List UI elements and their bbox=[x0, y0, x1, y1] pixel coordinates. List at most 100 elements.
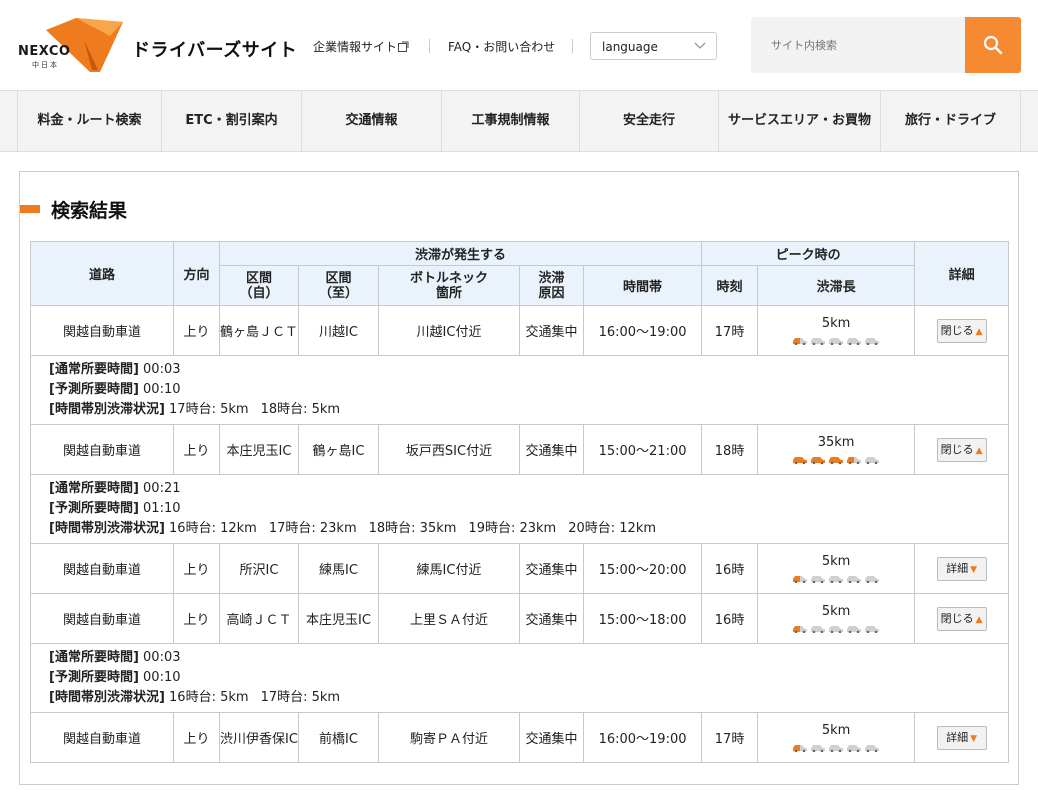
language-select[interactable]: language bbox=[590, 32, 717, 60]
cell-timeslot: 15:00～20:00 bbox=[582, 543, 703, 594]
nexco-logo[interactable]: NEXCO 中日本 bbox=[18, 16, 124, 72]
header-divider bbox=[572, 39, 573, 53]
search-icon bbox=[983, 35, 1003, 55]
table-row: 関越自動車道 上り 渋川伊香保IC 前橋IC 駒寄ＰＡ付近 交通集中 16:00～19:00… bbox=[30, 712, 1010, 763]
triangle-up-icon: ▲ bbox=[975, 445, 983, 456]
congestion-level-indicator bbox=[758, 741, 914, 753]
cell-bottleneck: 川越IC付近 bbox=[378, 305, 520, 356]
predicted-travel-time-value: 01:10 bbox=[138, 501, 181, 516]
cell-detail-toggle: 詳細 ▼ bbox=[914, 543, 1010, 594]
cell-cause: 交通集中 bbox=[519, 712, 584, 763]
predicted-travel-time: [予測所要時間] 00:10 bbox=[49, 668, 990, 688]
hourly-congestion: [時間帯別渋滞状況] 17時台: 5km 18時台: 5km bbox=[49, 400, 990, 420]
search-input[interactable] bbox=[751, 17, 965, 73]
header-detail: 詳細 bbox=[914, 241, 1010, 306]
hourly-congestion-value: 19時台: 23km bbox=[468, 521, 557, 536]
site-title[interactable]: ドライバーズサイト bbox=[132, 36, 297, 62]
car-icon bbox=[864, 574, 880, 583]
open-detail-button[interactable]: 詳細 ▼ bbox=[936, 556, 987, 581]
cell-peak-time: 17時 bbox=[701, 712, 759, 763]
detail-button-label: 閉じる bbox=[940, 323, 974, 337]
normal-travel-time: [通常所要時間] 00:03 bbox=[49, 648, 990, 668]
header-peak-length: 渋滞長 bbox=[757, 265, 916, 306]
predicted-travel-time-label: [予測所要時間] bbox=[49, 382, 139, 397]
faq-contact-link[interactable]: FAQ・お問い合わせ bbox=[448, 38, 555, 55]
car-icon bbox=[828, 336, 844, 345]
hourly-congestion: [時間帯別渋滞状況] 16時台: 12km 17時台: 23km 18時台: 35k… bbox=[49, 519, 990, 539]
car-icon bbox=[792, 336, 808, 345]
cell-bottleneck: 練馬IC付近 bbox=[378, 543, 520, 594]
cell-road: 関越自動車道 bbox=[30, 424, 174, 475]
cell-peak-length: 5km bbox=[757, 593, 916, 644]
normal-travel-time-value: 00:03 bbox=[138, 362, 181, 377]
cell-section-to: 前橋IC bbox=[298, 712, 379, 763]
peak-length-value: 35km bbox=[817, 434, 855, 450]
detail-row: [通常所要時間] 00:03 [予測所要時間] 00:10 [時間帯別渋滞状況] 1… bbox=[29, 355, 1010, 425]
open-detail-button[interactable]: 詳細 ▼ bbox=[936, 725, 987, 750]
hourly-congestion-value: 17時台: 5km bbox=[169, 402, 249, 417]
cell-peak-length: 35km bbox=[757, 424, 916, 475]
close-detail-button[interactable]: 閉じる ▲ bbox=[936, 437, 987, 462]
detail-button-label: 詳細 bbox=[946, 561, 969, 575]
global-nav: 料金・ルート検索 ETC・割引案内 交通情報 工事規制情報 安全走行 サービスエ… bbox=[0, 90, 1038, 152]
congestion-level-indicator bbox=[758, 453, 914, 465]
table-row: 関越自動車道 上り 鶴ヶ島ＪＣＴ 川越IC 川越IC付近 交通集中 16:00～19:00 1… bbox=[30, 305, 1010, 356]
cell-cause: 交通集中 bbox=[519, 424, 584, 475]
close-detail-button[interactable]: 閉じる ▲ bbox=[936, 318, 987, 343]
header-group-jam: 渋滞が発生する bbox=[218, 241, 703, 266]
site-search bbox=[751, 17, 1021, 73]
predicted-travel-time-value: 00:10 bbox=[138, 670, 181, 685]
nav-travel-drive[interactable]: 旅行・ドライブ bbox=[881, 91, 1021, 151]
search-button[interactable] bbox=[965, 17, 1021, 73]
car-icon bbox=[864, 743, 880, 752]
external-link-icon bbox=[398, 41, 409, 52]
cell-direction: 上り bbox=[173, 543, 220, 594]
predicted-travel-time: [予測所要時間] 00:10 bbox=[49, 380, 990, 400]
car-icon bbox=[846, 624, 862, 633]
hourly-congestion-value: 17時台: 5km bbox=[260, 690, 341, 705]
cell-direction: 上り bbox=[173, 424, 220, 475]
cell-section-to: 鶴ヶ島IC bbox=[298, 424, 379, 475]
car-icon bbox=[864, 336, 880, 345]
cell-road: 関越自動車道 bbox=[30, 543, 174, 594]
detail-row: [通常所要時間] 00:21 [予測所要時間] 01:10 [時間帯別渋滞状況] 1… bbox=[29, 474, 1010, 544]
corporate-site-link[interactable]: 企業情報サイト bbox=[313, 38, 409, 55]
cell-detail-toggle: 閉じる ▲ bbox=[914, 593, 1010, 644]
cell-section-from: 所沢IC bbox=[219, 543, 299, 594]
hourly-congestion-value: 16時台: 12km bbox=[169, 521, 257, 536]
corporate-site-link-label: 企業情報サイト bbox=[313, 40, 398, 54]
hourly-congestion-value: 18時台: 5km bbox=[260, 402, 341, 417]
table-row: 関越自動車道 上り 本庄児玉IC 鶴ヶ島IC 坂戸西SIC付近 交通集中 15:00～21:… bbox=[30, 424, 1010, 475]
cell-section-to: 川越IC bbox=[298, 305, 379, 356]
detail-button-label: 閉じる bbox=[940, 442, 974, 456]
normal-travel-time-label: [通常所要時間] bbox=[49, 362, 139, 377]
cell-section-to: 練馬IC bbox=[298, 543, 379, 594]
car-icon bbox=[792, 455, 808, 464]
normal-travel-time: [通常所要時間] 00:21 bbox=[49, 479, 990, 499]
cell-bottleneck: 坂戸西SIC付近 bbox=[378, 424, 520, 475]
cell-road: 関越自動車道 bbox=[30, 305, 174, 356]
nav-route-search[interactable]: 料金・ルート検索 bbox=[17, 91, 162, 151]
cell-section-from: 渋川伊香保IC bbox=[219, 712, 299, 763]
cell-peak-length: 5km bbox=[757, 543, 916, 594]
nav-service-area[interactable]: サービスエリア・お買物 bbox=[719, 91, 881, 151]
congestion-table: 道路 方向 渋滞が発生する ピーク時の 詳細 区間 （自） 区間 （至） ボトル… bbox=[29, 241, 1010, 763]
site-header: NEXCO 中日本 ドライバーズサイト 企業情報サイト FAQ・お問い合わせ l… bbox=[0, 0, 1038, 90]
nav-construction-info[interactable]: 工事規制情報 bbox=[442, 91, 580, 151]
close-detail-button[interactable]: 閉じる ▲ bbox=[936, 606, 987, 631]
cell-timeslot: 15:00～18:00 bbox=[582, 593, 703, 644]
nav-traffic-info[interactable]: 交通情報 bbox=[302, 91, 442, 151]
cell-section-from: 鶴ヶ島ＪＣＴ bbox=[219, 305, 299, 356]
hourly-congestion-value: 17時台: 23km bbox=[268, 521, 357, 536]
cell-detail-toggle: 閉じる ▲ bbox=[914, 305, 1010, 356]
table-row: 関越自動車道 上り 所沢IC 練馬IC 練馬IC付近 交通集中 15:00～20:00 16時… bbox=[30, 543, 1010, 594]
hourly-congestion-value: 20時台: 12km bbox=[568, 521, 657, 536]
hourly-congestion-value: 16時台: 5km bbox=[169, 690, 249, 705]
cell-detail-toggle: 詳細 ▼ bbox=[914, 712, 1010, 763]
nav-etc-discount[interactable]: ETC・割引案内 bbox=[162, 91, 302, 151]
cell-peak-time: 18時 bbox=[701, 424, 759, 475]
car-icon bbox=[828, 455, 844, 464]
cell-peak-time: 16時 bbox=[701, 593, 759, 644]
logo-subtext: 中日本 bbox=[32, 61, 59, 69]
nav-safe-driving[interactable]: 安全走行 bbox=[580, 91, 719, 151]
